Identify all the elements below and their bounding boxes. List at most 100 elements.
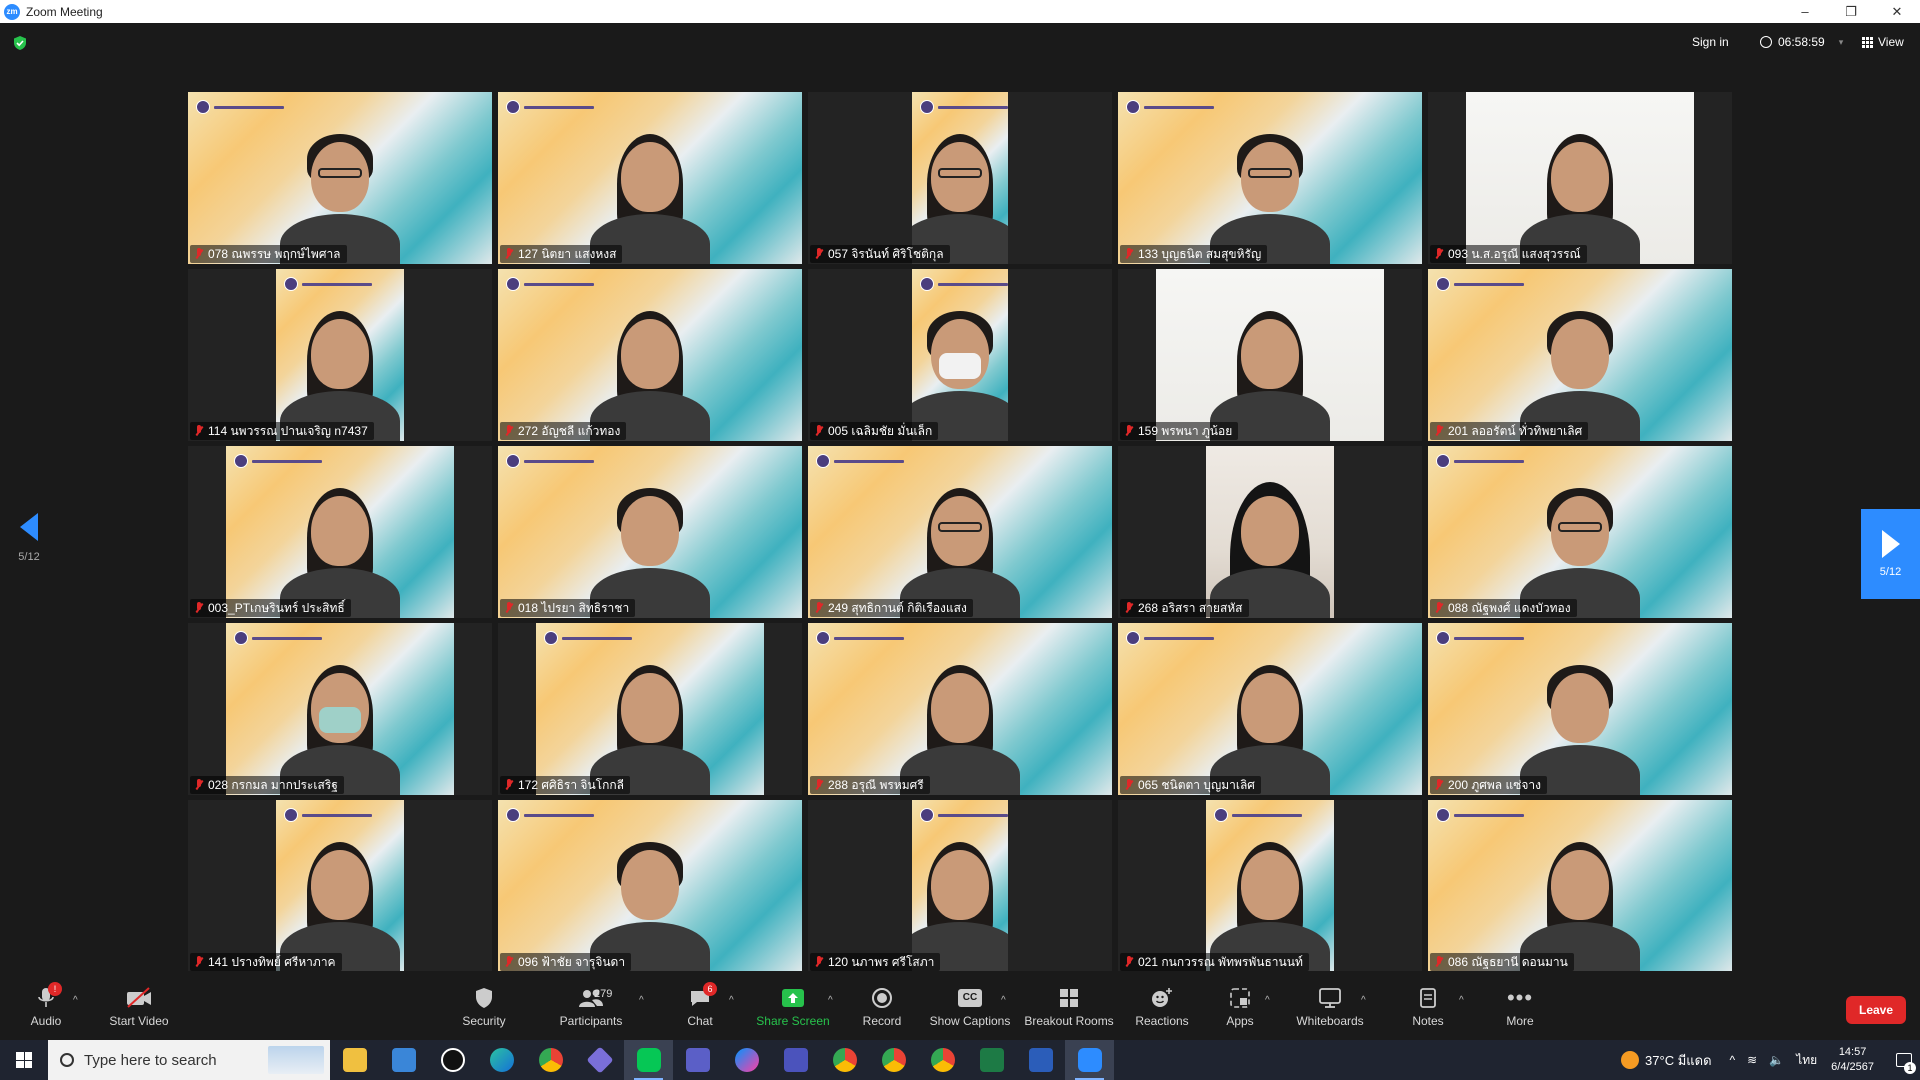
participant-name: 249 สุทธิกานต์ กิติเรืองแสง [828, 601, 967, 615]
next-page-button[interactable]: 5/12 [1861, 509, 1920, 599]
tablet-app-icon[interactable] [575, 1040, 624, 1080]
wifi-icon[interactable]: ≋ [1747, 1053, 1757, 1067]
participant-tile[interactable]: 200 ภูศพล แซ่จาง [1428, 623, 1732, 795]
participant-figure [280, 655, 400, 795]
apps-options-caret[interactable]: ^ [1265, 995, 1270, 1006]
participant-tile[interactable]: 005 เฉลิมชัย มั่นเล็ก [808, 269, 1112, 441]
mail-icon[interactable] [379, 1040, 428, 1080]
edge-browser-icon[interactable] [477, 1040, 526, 1080]
participant-tile[interactable]: 141 ปรางทิพย์ ศรีหาภาค [188, 800, 492, 972]
share-options-caret[interactable]: ^ [828, 995, 833, 1006]
participant-tile[interactable]: 096 ฟ้าชัย จารุจินดา [498, 800, 802, 972]
participant-tile[interactable]: 127 นิตยา แสงหงส [498, 92, 802, 264]
participant-nametag: 088 ณัฐพงศ์ แดงบัวทอง [1430, 599, 1577, 617]
volume-icon[interactable]: 🔈 [1769, 1053, 1784, 1067]
start-video-button[interactable]: Start Video [104, 971, 174, 1040]
breakout-rooms-button[interactable]: Breakout Rooms [1024, 971, 1114, 1040]
teams-work-icon[interactable] [771, 1040, 820, 1080]
captions-options-caret[interactable]: ^ [1001, 995, 1006, 1006]
participant-tile[interactable]: 003_PTเกษรินทร์ ประสิทธิ์ [188, 446, 492, 618]
participant-tile[interactable]: 288 อรุณี พรหมศรี [808, 623, 1112, 795]
meeting-timer[interactable]: 06:58:59 ▾ [1752, 32, 1852, 52]
participant-tile[interactable]: 120 นภาพร ศรีโสภา [808, 800, 1112, 972]
timer-value: 06:58:59 [1778, 35, 1825, 49]
participant-tile[interactable]: 078 ณพรรษ พฤกษ์ไพศาล [188, 92, 492, 264]
university-seal-icon [506, 100, 520, 114]
excel-icon[interactable] [967, 1040, 1016, 1080]
minimize-button[interactable]: – [1782, 0, 1828, 23]
view-button[interactable]: View [1862, 35, 1904, 49]
teams-icon[interactable] [673, 1040, 722, 1080]
file-explorer-icon[interactable] [330, 1040, 379, 1080]
sign-in-link[interactable]: Sign in [1692, 35, 1729, 49]
participant-tile[interactable]: 086 ณัฐธยานี ดอนมาน [1428, 800, 1732, 972]
university-seal-icon [1436, 631, 1450, 645]
taskbar-search-box[interactable]: Type here to search [48, 1040, 330, 1080]
chrome-profile-icon[interactable] [820, 1040, 869, 1080]
participant-nametag: 086 ณัฐธยานี ดอนมาน [1430, 953, 1574, 971]
participant-tile[interactable]: 249 สุทธิกานต์ กิติเรืองแสง [808, 446, 1112, 618]
participant-tile[interactable]: 088 ณัฐพงศ์ แดงบัวทอง [1428, 446, 1732, 618]
taskbar-clock[interactable]: 14:57 6/4/2567 [1831, 1045, 1874, 1075]
participant-figure [912, 124, 1008, 264]
participant-tile[interactable]: 133 บุญธนิต สมสุขหิรัญ [1118, 92, 1422, 264]
participants-button[interactable]: 279 Participants [556, 971, 626, 1040]
record-button[interactable]: Record [858, 971, 906, 1040]
chrome-second-profile-icon[interactable] [869, 1040, 918, 1080]
participant-tile[interactable]: 114 นพวรรณ ปานเจริญ n7437 [188, 269, 492, 441]
virtual-background-banner [1214, 808, 1326, 822]
participant-tile[interactable]: 065 ชนิตตา บุญมาเลิศ [1118, 623, 1422, 795]
chat-unread-badge: 6 [703, 981, 717, 996]
restore-button[interactable]: ❐ [1828, 0, 1874, 23]
participant-video [1428, 800, 1732, 972]
participant-tile[interactable]: 028 กรกมล มากประเสริฐ [188, 623, 492, 795]
window-titlebar: zm Zoom Meeting – ❐ ✕ [0, 0, 1920, 23]
virtual-background-banner [920, 277, 1008, 291]
whiteboards-button[interactable]: Whiteboards [1292, 971, 1368, 1040]
input-language[interactable]: ไทย [1796, 1051, 1817, 1070]
whiteboards-options-caret[interactable]: ^ [1361, 995, 1366, 1006]
participant-tile[interactable]: 021 กนกวรรณ พัทพรพันธานนท์ [1118, 800, 1422, 972]
more-button[interactable]: ••• More [1500, 971, 1540, 1040]
participant-tile[interactable]: 268 อริสรา สายสหัส [1118, 446, 1422, 618]
line-app-icon[interactable] [624, 1040, 673, 1080]
participant-name: 096 ฟ้าชัย จารุจินดา [518, 955, 626, 969]
participant-tile[interactable]: 201 ลออรัตน์ ทั่วทิพยาเลิศ [1428, 269, 1732, 441]
participant-video [1428, 623, 1732, 795]
security-button[interactable]: Security [456, 971, 512, 1040]
encryption-shield-icon[interactable] [12, 35, 28, 51]
share-screen-button[interactable]: Share Screen [756, 971, 830, 1040]
chrome-third-profile-icon[interactable] [918, 1040, 967, 1080]
leave-button[interactable]: Leave [1846, 996, 1906, 1024]
close-button[interactable]: ✕ [1874, 0, 1920, 23]
word-icon[interactable] [1016, 1040, 1065, 1080]
participant-tile[interactable]: 172 ศศิธิรา จินโกกลี [498, 623, 802, 795]
participant-tile[interactable]: 159 พรพนา ภูน้อย [1118, 269, 1422, 441]
zoom-taskbar-icon[interactable] [1065, 1040, 1114, 1080]
chat-button[interactable]: 6 Chat [680, 971, 720, 1040]
participant-tile[interactable]: 057 จิรนันท์ ศิริโชติกุล [808, 92, 1112, 264]
start-button[interactable] [0, 1040, 48, 1080]
notification-center-button[interactable]: 1 [1888, 1040, 1920, 1080]
participant-tile[interactable]: 018 ไปรยา สิทธิราชา [498, 446, 802, 618]
messenger-icon[interactable] [722, 1040, 771, 1080]
muted-mic-icon [814, 425, 824, 437]
participant-name: 127 นิตยา แสงหงส [518, 247, 617, 261]
weather-widget[interactable]: 37°C มีแดด [1621, 1050, 1712, 1071]
show-captions-button[interactable]: CC Show Captions [928, 971, 1012, 1040]
media-player-icon[interactable] [428, 1040, 477, 1080]
participant-video [1118, 623, 1422, 795]
chrome-icon[interactable] [526, 1040, 575, 1080]
chevron-up-icon[interactable]: ^ [1730, 1053, 1736, 1067]
reactions-button[interactable]: Reactions [1134, 971, 1190, 1040]
participants-options-caret[interactable]: ^ [639, 995, 644, 1006]
audio-options-caret[interactable]: ^ [73, 995, 78, 1006]
notes-button[interactable]: Notes [1408, 971, 1448, 1040]
previous-page-button[interactable]: 5/12 [16, 513, 42, 563]
chat-options-caret[interactable]: ^ [729, 995, 734, 1006]
audio-button[interactable]: ! Audio [24, 971, 68, 1040]
participant-tile[interactable]: 093 น.ส.อรุณี แสงสุวรรณ์ [1428, 92, 1732, 264]
apps-button[interactable]: Apps [1220, 971, 1260, 1040]
participant-tile[interactable]: 272 อัญชลี แก้วทอง [498, 269, 802, 441]
notes-options-caret[interactable]: ^ [1459, 995, 1464, 1006]
